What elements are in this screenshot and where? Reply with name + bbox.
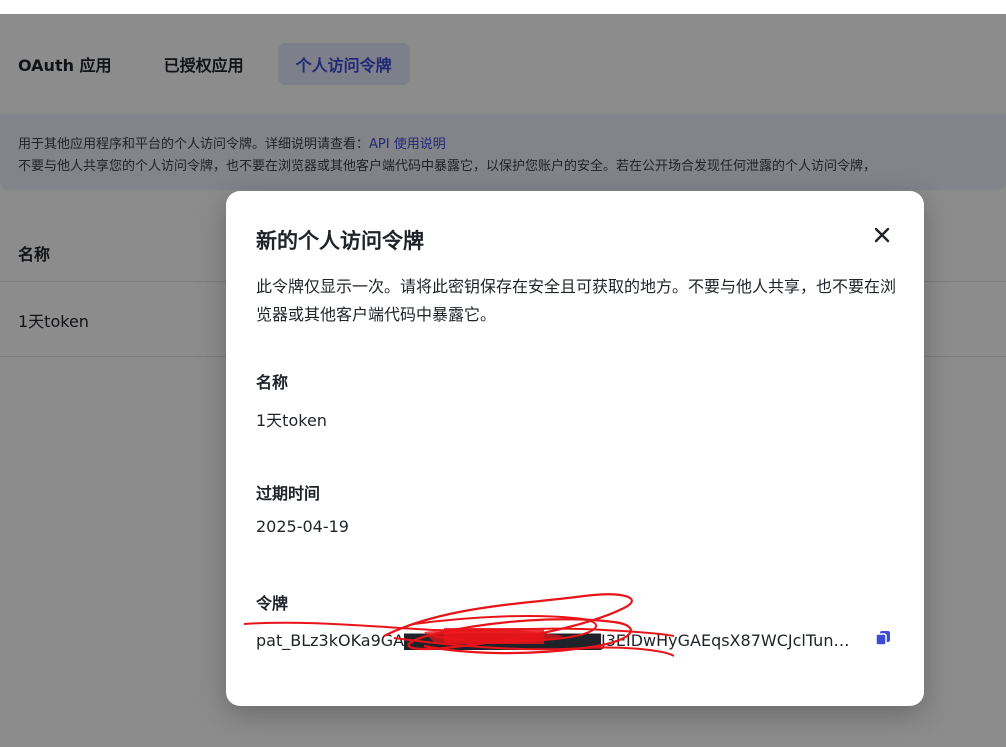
close-icon <box>874 227 890 243</box>
token-value[interactable]: pat_BLz3kOKa9GA▇▇▇▇▇▇▇▇▇▇▇▇▇▇▇▇J3EIDwHyG… <box>256 631 856 650</box>
name-label: 名称 <box>256 373 289 392</box>
copy-icon <box>875 631 890 646</box>
token-label: 令牌 <box>256 594 289 613</box>
close-button[interactable] <box>868 221 896 249</box>
token-row: pat_BLz3kOKa9GA▇▇▇▇▇▇▇▇▇▇▇▇▇▇▇▇J3EIDwHyG… <box>256 627 896 653</box>
expiry-value: 2025-04-19 <box>256 517 349 536</box>
expiry-label: 过期时间 <box>256 484 321 503</box>
name-value: 1天token <box>256 411 327 430</box>
copy-button[interactable] <box>874 629 896 651</box>
new-token-dialog: 新的个人访问令牌 此令牌仅显示一次。请将此密钥保存在安全且可获取的地方。不要与他… <box>226 191 924 706</box>
top-bar <box>0 0 1006 14</box>
dialog-description: 此令牌仅显示一次。请将此密钥保存在安全且可获取的地方。不要与他人共享，也不要在浏… <box>256 277 897 324</box>
dialog-title: 新的个人访问令牌 <box>256 229 424 253</box>
